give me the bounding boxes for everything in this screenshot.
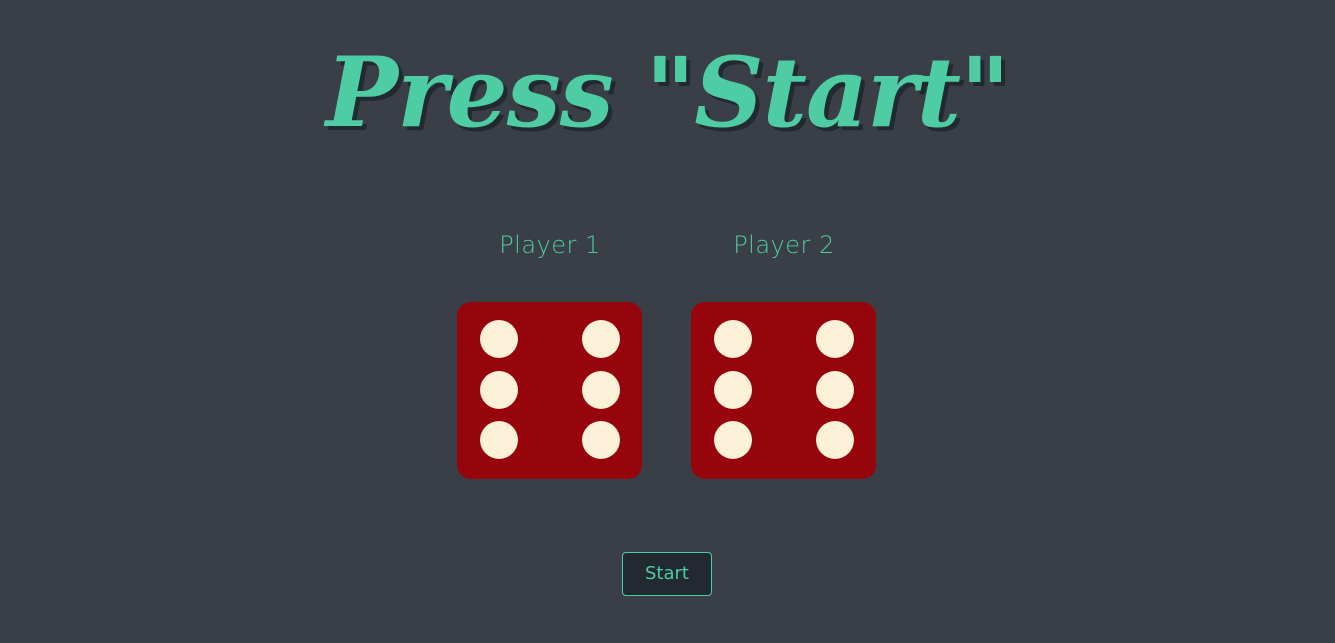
die-pip (816, 371, 854, 409)
player-2-panel: Player 2 (691, 205, 877, 479)
die-pip (582, 371, 620, 409)
die-pip (714, 421, 752, 459)
die-pip (480, 421, 518, 459)
start-button[interactable]: Start (622, 552, 712, 596)
page-title: Press "Start" (325, 36, 1010, 149)
die-pip (480, 320, 518, 358)
player-1-die (457, 302, 642, 479)
die-pip (714, 320, 752, 358)
player-2-label: Player 2 (733, 231, 835, 259)
die-pip (582, 320, 620, 358)
player-1-label: Player 1 (499, 231, 601, 259)
die-pip (816, 320, 854, 358)
player-2-die (691, 302, 876, 479)
die-pip (582, 421, 620, 459)
player-1-panel: Player 1 (457, 205, 643, 479)
die-pip (480, 371, 518, 409)
die-pip (714, 371, 752, 409)
die-pip (816, 421, 854, 459)
